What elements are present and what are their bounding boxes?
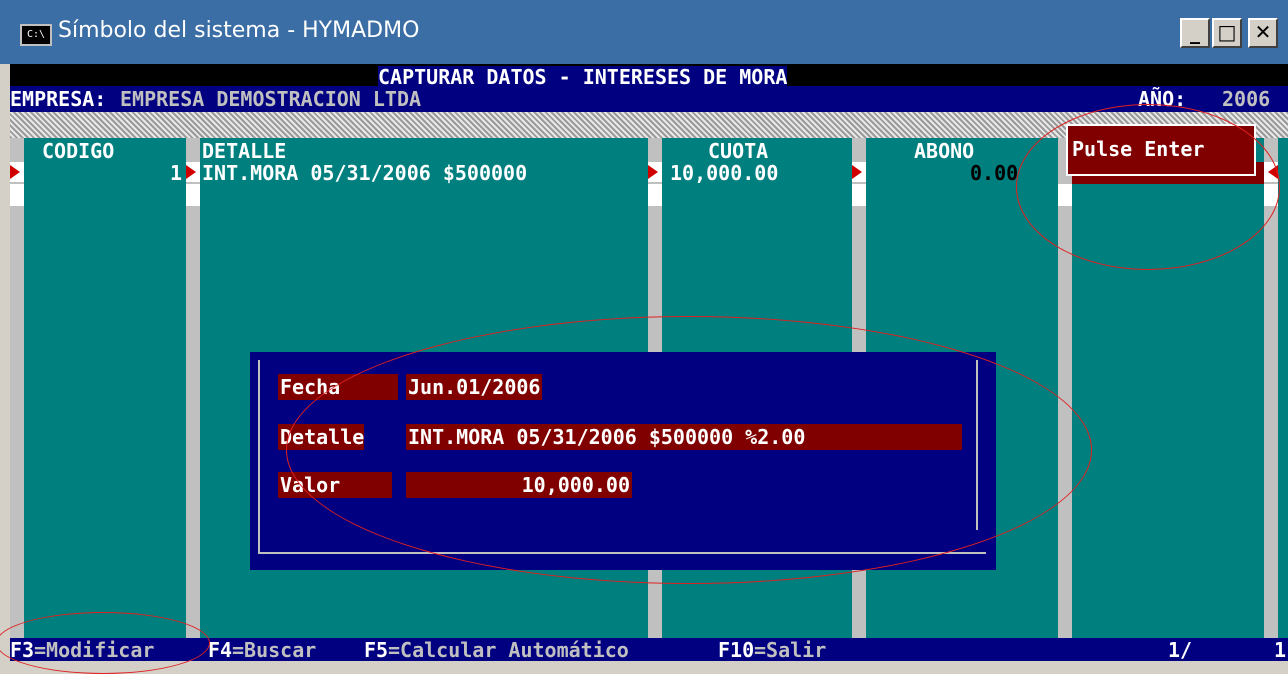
f10-key[interactable]: F10 xyxy=(718,639,754,661)
window-title-bar[interactable]: C:\ Símbolo del sistema - HYMADMO _ □ ✕ xyxy=(0,0,1288,64)
row-pointer-icon xyxy=(852,162,866,182)
anio-value: 2006 xyxy=(1222,87,1271,111)
column-header-detalle: DETALLE xyxy=(202,139,287,163)
f10-label[interactable]: =Salir xyxy=(754,639,826,661)
row-pointer-icon xyxy=(10,162,24,182)
cell-detalle: INT.MORA 05/31/2006 $500000 xyxy=(202,161,528,185)
row-pointer-icon xyxy=(648,162,662,182)
annotation-ellipse-dialog xyxy=(286,316,1092,584)
f4-key[interactable]: F4 xyxy=(208,639,232,661)
window-title: Símbolo del sistema - HYMADMO xyxy=(58,18,420,43)
cell-codigo: 1 xyxy=(170,161,183,185)
empresa-label: EMPRESA: xyxy=(10,87,107,111)
annotation-ellipse-pulse-enter xyxy=(1016,104,1280,270)
column-header-abono: ABONO xyxy=(914,139,975,163)
cell-abono[interactable]: 0.00 xyxy=(970,162,1019,184)
column-separator xyxy=(186,138,200,644)
row-marker xyxy=(648,184,662,206)
column-separator xyxy=(10,138,24,644)
cell-cuota: 10,000.00 xyxy=(670,161,779,185)
f5-label[interactable]: =Calcular Automático xyxy=(388,639,629,661)
f5-key[interactable]: F5 xyxy=(364,639,388,661)
column-header-codigo: CODIGO xyxy=(42,139,115,163)
row-pointer-icon xyxy=(186,162,200,182)
row-marker xyxy=(852,184,866,206)
minimize-button[interactable]: _ xyxy=(1180,18,1210,48)
maximize-button[interactable]: □ xyxy=(1212,18,1242,48)
console-icon[interactable]: C:\ xyxy=(20,24,52,46)
screen-title: CAPTURAR DATOS - INTERESES DE MORA xyxy=(378,65,788,89)
annotation-ellipse-f3 xyxy=(0,612,210,674)
page-indicator: 1/ xyxy=(1168,638,1193,662)
empresa-value: EMPRESA DEMOSTRACION LTDA xyxy=(120,87,422,111)
column-header-cuota: CUOTA xyxy=(708,139,769,163)
close-button[interactable]: ✕ xyxy=(1248,18,1278,48)
row-marker xyxy=(10,184,24,206)
console-area[interactable]: CAPTURAR DATOS - INTERESES DE MORA EMPRE… xyxy=(0,64,1288,674)
page-total: 1 xyxy=(1274,638,1287,662)
row-marker xyxy=(186,184,200,206)
f4-label[interactable]: =Buscar xyxy=(232,639,316,661)
